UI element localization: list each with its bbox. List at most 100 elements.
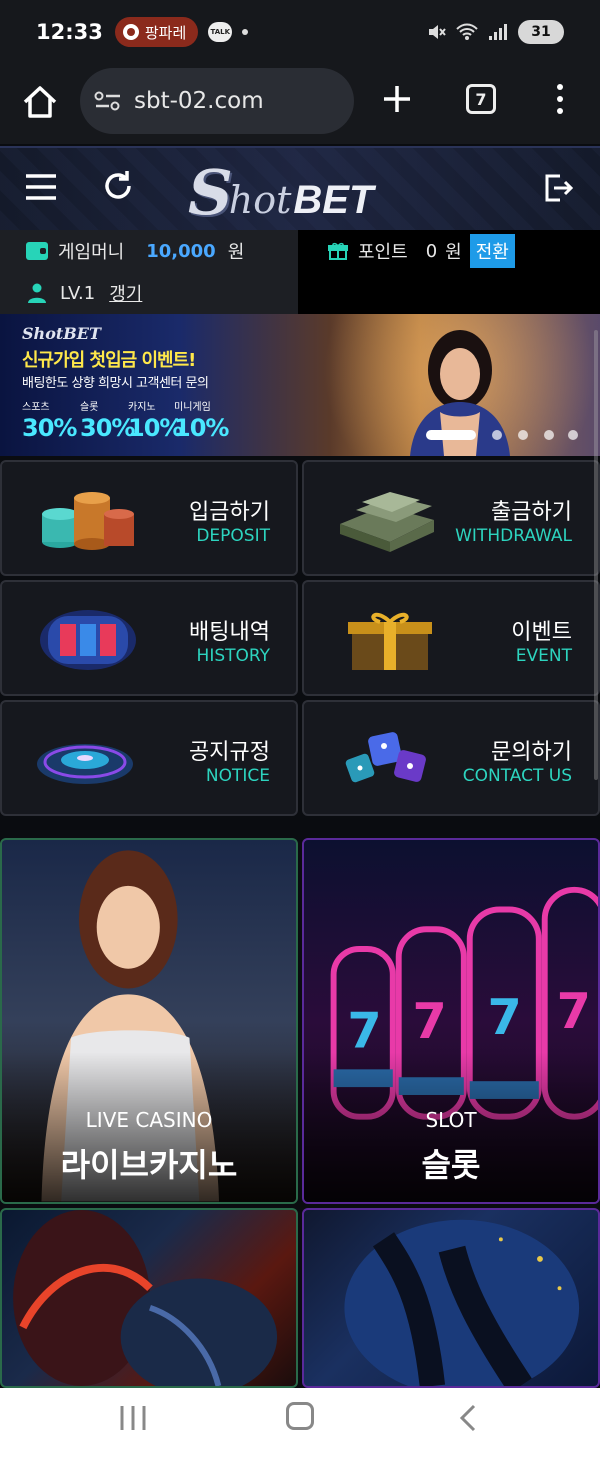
game-money-label: 게임머니 <box>58 242 125 263</box>
menu-label-ko: 문의하기 <box>491 740 572 765</box>
svg-text:7: 7 <box>347 1002 381 1060</box>
point-unit: 원 <box>445 242 462 263</box>
menu-card-contact[interactable]: 문의하기 CONTACT US <box>302 700 600 816</box>
system-nav-bar <box>0 1388 600 1468</box>
coins-icon <box>42 492 134 550</box>
convert-points-button[interactable]: 전환 <box>469 234 515 268</box>
more-menu-icon[interactable] <box>552 82 568 116</box>
status-time: 12:33 <box>36 20 103 44</box>
menu-label-en: CONTACT US <box>462 766 572 786</box>
banner-dot[interactable] <box>518 430 528 440</box>
gift-box-icon <box>348 612 432 670</box>
site-header: S hot BET <box>0 146 600 230</box>
refresh-balance-link[interactable]: 갱기 <box>109 280 142 306</box>
slot-card[interactable]: 7 7 7 7 SLOT 슬롯 <box>302 838 600 1204</box>
new-tab-icon[interactable] <box>380 82 414 116</box>
home-icon[interactable] <box>20 82 60 122</box>
more-notifications-icon <box>242 29 249 35</box>
wallet-icon <box>26 242 48 260</box>
logo-bet: BET <box>293 178 374 222</box>
recent-apps-icon[interactable] <box>118 1404 148 1432</box>
slot-reel-icon <box>40 610 136 670</box>
level-box: LV.1 갱기 <box>0 272 298 314</box>
live-casino-label-en: LIVE CASINO <box>85 1108 213 1132</box>
menu-card-history[interactable]: 배팅내역 HISTORY <box>0 580 298 696</box>
svg-text:7: 7 <box>488 988 522 1046</box>
level-label: LV.1 <box>60 282 96 304</box>
point-box: 포인트 0 원 전환 <box>302 230 600 272</box>
notification-chip: 팡파레 <box>114 17 199 47</box>
site-logo[interactable]: S hot BET <box>188 156 418 224</box>
banner-dot[interactable] <box>544 430 554 440</box>
banner-percents: 30% 30% 10% 10% <box>22 414 229 446</box>
sports-card[interactable] <box>0 1208 298 1388</box>
quick-menu-grid: 입금하기 DEPOSIT 출금하기 WITHDRAWAL 배팅내역 HISTOR… <box>0 460 600 818</box>
notification-chip-label: 팡파레 <box>144 23 187 42</box>
banner-categories: 스포츠 슬롯 카지노 미니게임 <box>22 398 222 414</box>
menu-card-event[interactable]: 이벤트 EVENT <box>302 580 600 696</box>
minigame-runner-image <box>344 1219 580 1386</box>
menu-card-withdrawal[interactable]: 출금하기 WITHDRAWAL <box>302 460 600 576</box>
battery-indicator: 31 <box>518 20 564 44</box>
menu-label-en: EVENT <box>515 646 572 666</box>
banner-percent: 10% <box>174 414 229 442</box>
menu-label-en: WITHDRAWAL <box>455 526 572 546</box>
minigame-card[interactable] <box>302 1208 600 1388</box>
svg-text:7: 7 <box>413 992 447 1050</box>
menu-label-ko: 공지규정 <box>189 740 270 765</box>
menu-label-ko: 이벤트 <box>511 620 572 645</box>
banner-category: 스포츠 <box>22 402 50 413</box>
menu-card-notice[interactable]: 공지규정 NOTICE <box>0 700 298 816</box>
game-money-value: 10,000 <box>146 240 216 262</box>
banner-percent: 30% <box>80 414 135 442</box>
live-casino-label-ko: 라이브카지노 <box>60 1146 238 1184</box>
tab-switcher-button[interactable]: 7 <box>466 84 496 114</box>
menu-label-en: NOTICE <box>205 766 270 786</box>
banner-category: 미니게임 <box>174 402 211 413</box>
banner-pagination <box>426 428 578 442</box>
user-icon <box>28 283 46 303</box>
account-row-level: LV.1 갱기 <box>0 272 600 314</box>
menu-label-ko: 출금하기 <box>491 500 572 525</box>
status-bar: 12:33 팡파레 TALK 31 <box>0 0 600 64</box>
menu-label-en: DEPOSIT <box>196 526 270 546</box>
banner-dot[interactable] <box>568 430 578 440</box>
record-icon <box>122 24 139 40</box>
banner-category: 카지노 <box>128 402 156 413</box>
roulette-icon <box>37 744 133 784</box>
site-settings-icon[interactable] <box>94 90 122 112</box>
banner-dot-active[interactable] <box>426 430 476 440</box>
banner-logo: ShotBET <box>22 324 101 343</box>
banner-subtitle: 배팅한도 상향 희망시 고객센터 문의 <box>22 376 209 391</box>
menu-label-en: HISTORY <box>196 646 270 666</box>
logout-icon[interactable] <box>542 172 574 204</box>
refresh-icon[interactable] <box>100 168 136 204</box>
game-money-unit: 원 <box>227 242 245 263</box>
live-casino-card[interactable]: LIVE CASINO 라이브카지노 <box>0 838 298 1204</box>
address-bar[interactable]: sbt-02.com <box>80 68 354 134</box>
logo-hot: hot <box>228 178 292 222</box>
menu-card-deposit[interactable]: 입금하기 DEPOSIT <box>0 460 298 576</box>
hamburger-menu-icon[interactable] <box>24 172 58 202</box>
dice-icon <box>345 732 426 783</box>
system-home-icon[interactable] <box>286 1402 314 1430</box>
url-text: sbt-02.com <box>134 88 264 114</box>
slot-label-en: SLOT <box>425 1108 477 1132</box>
page-scrollbar[interactable] <box>594 330 598 780</box>
mute-icon <box>429 25 446 39</box>
wifi-icon <box>456 23 478 40</box>
sports-football-image <box>13 1210 278 1386</box>
game-money-box: 게임머니 10,000 원 <box>0 230 298 272</box>
logo-s: S <box>188 156 233 229</box>
point-value: 0 <box>425 240 438 262</box>
promo-banner[interactable]: ShotBET 신규가입 첫입금 이벤트! 배팅한도 상향 희망시 고객센터 문… <box>0 314 600 456</box>
banner-category: 슬롯 <box>80 402 99 413</box>
banner-title: 신규가입 첫입금 이벤트! <box>22 350 196 371</box>
browser-toolbar: sbt-02.com 7 <box>0 64 600 144</box>
status-indicators: 31 <box>426 20 564 44</box>
banner-percent: 30% <box>22 414 77 442</box>
back-icon[interactable] <box>458 1404 478 1432</box>
svg-text:7: 7 <box>557 982 591 1040</box>
banner-dot[interactable] <box>492 430 502 440</box>
gift-icon <box>328 242 348 260</box>
